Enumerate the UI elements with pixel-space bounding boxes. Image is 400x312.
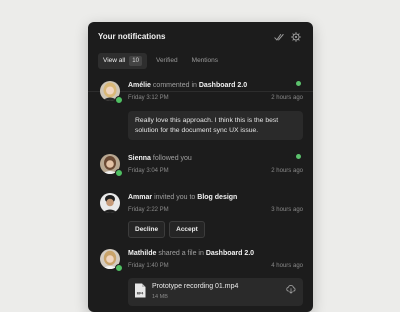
file-name: Prototype recording 01.mp4 bbox=[152, 283, 239, 290]
notification-item[interactable]: Amélie commented in Dashboard 2.0 Friday… bbox=[98, 80, 303, 160]
invite-actions: Decline Accept bbox=[128, 221, 205, 238]
timestamp: Friday 1:40 PM bbox=[128, 263, 169, 269]
tab-mentions[interactable]: Mentions bbox=[187, 53, 223, 69]
unread-indicator bbox=[296, 154, 301, 159]
tab-verified[interactable]: Verified bbox=[151, 53, 183, 69]
decline-button[interactable]: Decline bbox=[128, 221, 166, 238]
relative-time: 3 hours ago bbox=[271, 207, 303, 213]
settings-gear-icon[interactable] bbox=[291, 32, 301, 42]
notification-item[interactable]: Mathilde shared a file in Dashboard 2.0 … bbox=[98, 248, 303, 312]
online-status-dot bbox=[115, 169, 123, 177]
target-link[interactable]: Dashboard 2.0 bbox=[206, 250, 254, 257]
timestamp: Friday 2:22 PM bbox=[128, 207, 169, 213]
avatar bbox=[100, 193, 120, 213]
action-text: followed you bbox=[152, 155, 192, 162]
download-cloud-icon[interactable] bbox=[286, 284, 296, 294]
mp4-file-icon: MP4 bbox=[135, 283, 146, 298]
timestamp: Friday 3:12 PM bbox=[128, 95, 169, 101]
user-name[interactable]: Sienna bbox=[128, 155, 151, 162]
tab-count-badge: 10 bbox=[129, 56, 142, 66]
target-link[interactable]: Blog design bbox=[197, 194, 237, 201]
unread-indicator bbox=[296, 81, 301, 86]
relative-time: 2 hours ago bbox=[271, 168, 303, 174]
accept-button[interactable]: Accept bbox=[169, 221, 205, 238]
online-status-dot bbox=[115, 264, 123, 272]
tab-label: View all bbox=[103, 57, 126, 64]
relative-time: 4 hours ago bbox=[271, 263, 303, 269]
notification-item[interactable]: Sienna followed you Friday 3:04 PM 2 hou… bbox=[98, 153, 303, 179]
file-type-label: MP4 bbox=[137, 292, 144, 296]
tab-label: Verified bbox=[155, 57, 178, 64]
target-link[interactable]: Dashboard 2.0 bbox=[199, 82, 247, 89]
user-name[interactable]: Amélie bbox=[128, 82, 151, 89]
notifications-panel: Your notifications View all 10 Verified … bbox=[88, 22, 313, 312]
action-text: shared a file in bbox=[158, 250, 204, 257]
tab-view-all[interactable]: View all 10 bbox=[98, 53, 147, 69]
action-text: invited you to bbox=[154, 194, 196, 201]
panel-header: Your notifications bbox=[88, 22, 313, 52]
mark-all-read-icon[interactable] bbox=[274, 32, 284, 42]
online-status-dot bbox=[115, 96, 123, 104]
panel-title: Your notifications bbox=[98, 32, 166, 41]
relative-time: 2 hours ago bbox=[271, 95, 303, 101]
file-size: 14 MB bbox=[152, 294, 168, 300]
user-name[interactable]: Ammar bbox=[128, 194, 152, 201]
action-text: commented in bbox=[152, 82, 197, 89]
file-attachment[interactable]: MP4 Prototype recording 01.mp4 14 MB bbox=[128, 278, 303, 306]
tab-label: Mentions bbox=[191, 57, 219, 64]
filter-tabs: View all 10 Verified Mentions bbox=[98, 52, 303, 70]
notification-item[interactable]: Ammar invited you to Blog design Friday … bbox=[98, 192, 303, 242]
timestamp: Friday 3:04 PM bbox=[128, 168, 169, 174]
user-name[interactable]: Mathilde bbox=[128, 250, 156, 257]
comment-preview: Really love this approach. I think this … bbox=[128, 111, 303, 140]
